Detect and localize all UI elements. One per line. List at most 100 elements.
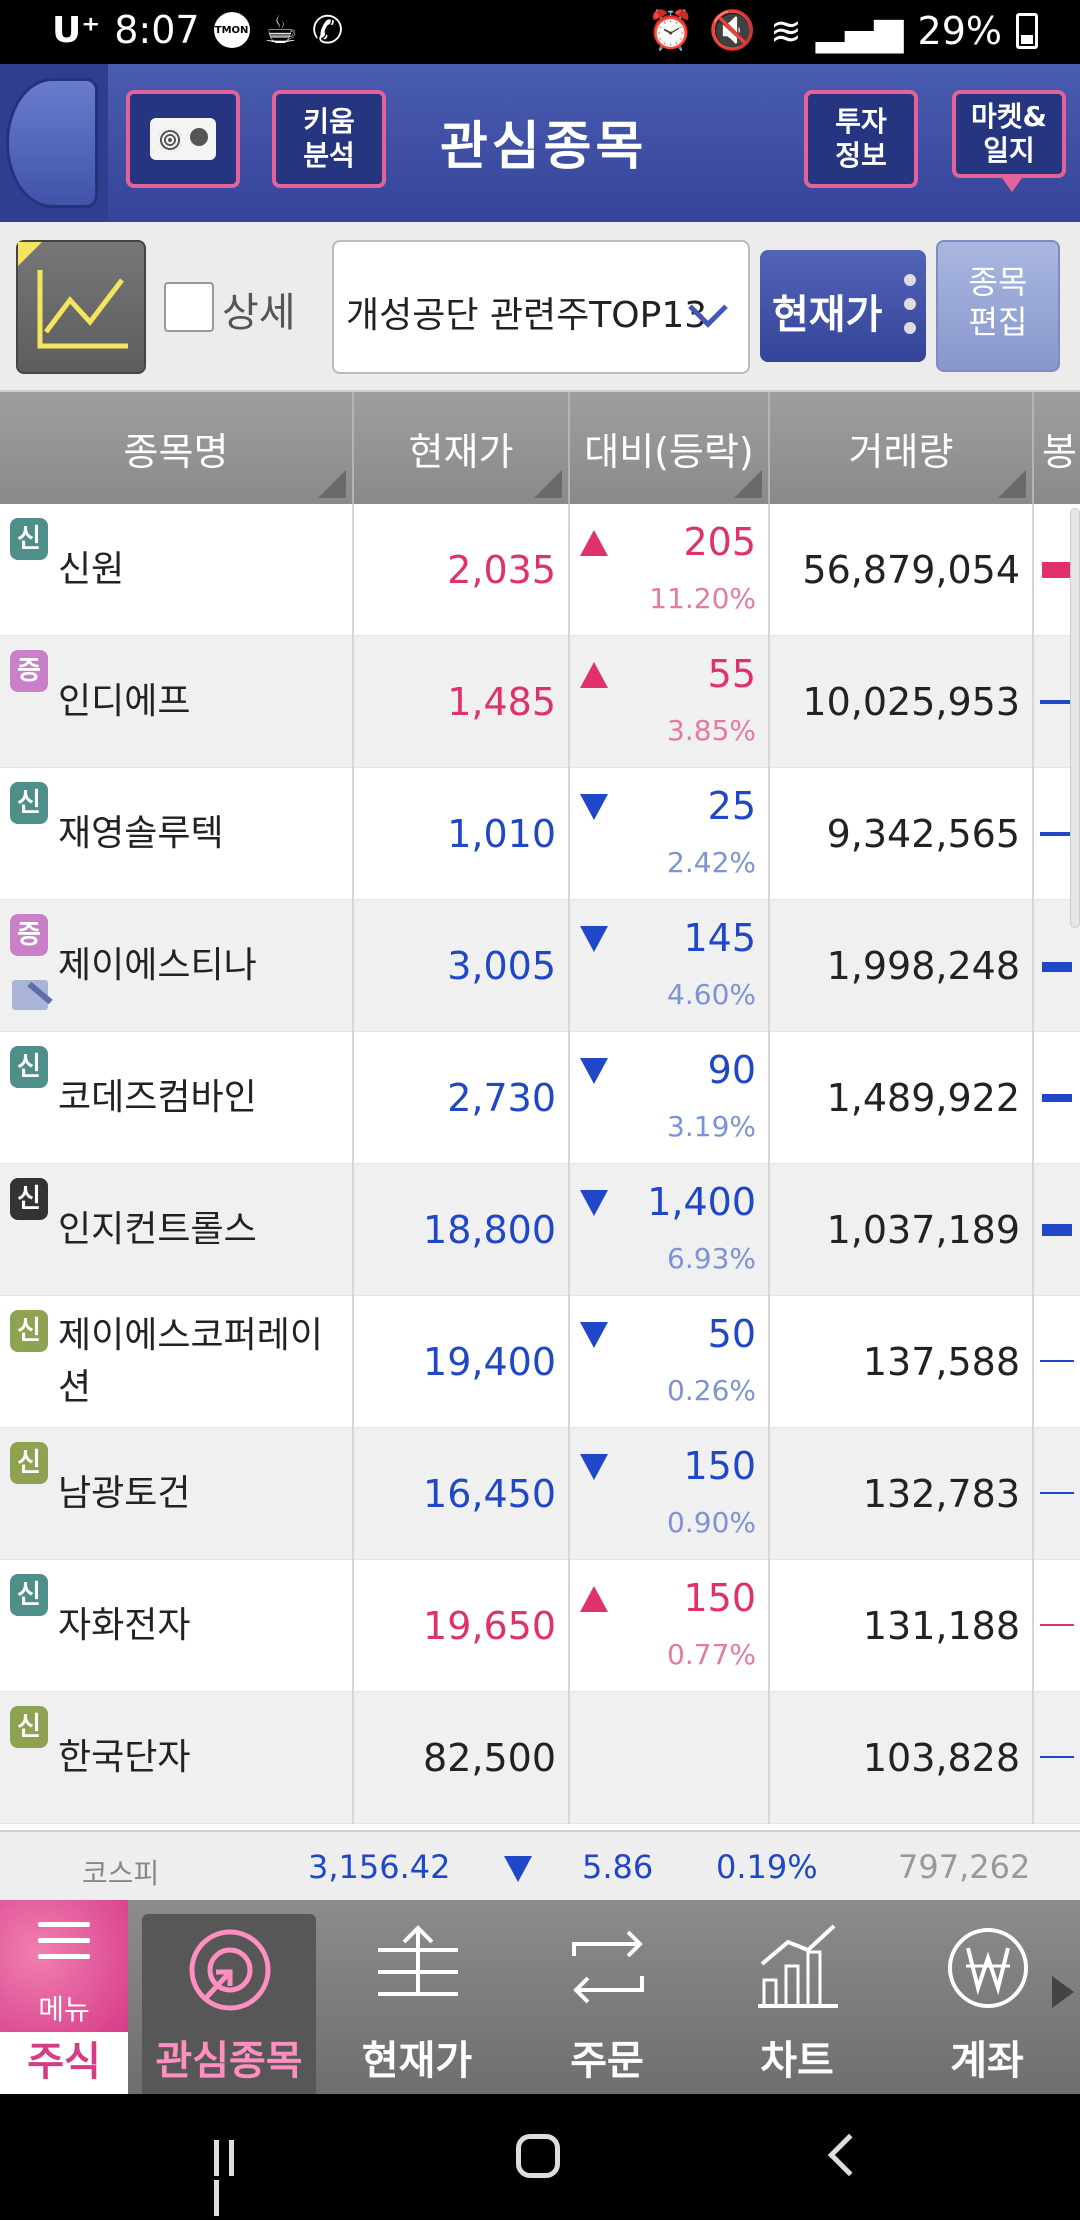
edit-stocks-button[interactable]: 종목 편집 <box>936 240 1060 372</box>
down-arrow-icon <box>504 1856 532 1882</box>
more-vert-icon <box>904 274 916 346</box>
current-price-button[interactable]: 현재가 <box>760 250 926 362</box>
stock-name: 인지컨트롤스 <box>58 1209 257 1250</box>
up-arrow-icon <box>580 530 608 556</box>
candle-icon <box>1042 1094 1072 1102</box>
change-percent: 3.19% <box>667 1110 756 1143</box>
radio-icon <box>150 118 216 160</box>
price-list-icon <box>378 1925 458 1996</box>
hamburger-icon <box>38 1922 90 1970</box>
price-change: 90 <box>707 1048 756 1092</box>
sort-icon <box>534 470 562 498</box>
candle-icon <box>1040 1492 1074 1494</box>
status-bar: U⁺ 8:07 TMON ☕ ✆ ⏰ 🔇 ≋ ▂▄▆ 29% <box>0 0 1080 64</box>
stock-price: 2,035 <box>447 548 556 592</box>
menu-button[interactable]: 메뉴 <box>0 1900 128 2032</box>
trade-volume: 56,879,054 <box>802 548 1020 592</box>
down-arrow-icon <box>580 1190 608 1216</box>
chevron-right-icon[interactable] <box>1052 1976 1074 2008</box>
candle-icon <box>1040 832 1074 836</box>
column-header-price[interactable]: 현재가 <box>354 392 570 504</box>
column-header-name[interactable]: 종목명 <box>0 392 354 504</box>
line-chart-icon <box>37 270 128 349</box>
sort-icon <box>998 470 1026 498</box>
credit-badge: 증 <box>10 914 48 956</box>
watchlist-target-icon <box>189 1929 271 2011</box>
tmon-icon: TMON <box>213 12 250 48</box>
list-scrollbar[interactable] <box>1070 508 1080 928</box>
candle-icon <box>1040 1756 1074 1758</box>
price-change: 50 <box>707 1312 756 1356</box>
column-header-candle[interactable]: 봉 <box>1034 392 1080 504</box>
notification-icon: ✆ <box>311 8 344 52</box>
price-change: 145 <box>683 916 756 960</box>
stock-price: 82,500 <box>423 1736 556 1780</box>
table-row[interactable]: 신 자화전자 19,650 150 0.77% 131,188 <box>0 1560 1080 1692</box>
back-tab-button[interactable] <box>0 64 108 222</box>
stock-price: 1,010 <box>447 812 556 856</box>
nav-order-label: 주문 <box>570 2038 644 2084</box>
trade-volume: 103,828 <box>862 1736 1020 1780</box>
investment-info-button[interactable]: 투자 정보 <box>804 90 918 188</box>
nav-watchlist[interactable]: 관심종목 <box>142 1914 316 2094</box>
nav-order[interactable]: 주문 <box>520 1914 694 2094</box>
stock-price: 19,650 <box>423 1604 556 1648</box>
stock-category-tab[interactable]: 주식 <box>0 2032 128 2094</box>
table-row[interactable]: 신 코데즈컴바인 2,730 90 3.19% 1,489,922 <box>0 1032 1080 1164</box>
chart-toggle-button[interactable] <box>16 240 146 374</box>
market-journal-button[interactable]: 마켓& 일지 <box>952 90 1066 192</box>
stock-price: 1,485 <box>447 680 556 724</box>
column-header-change[interactable]: 대비(등락) <box>570 392 770 504</box>
nav-account[interactable]: 계좌 <box>900 1914 1074 2094</box>
stock-name: 제이에스티나 <box>58 945 257 986</box>
change-percent: 4.60% <box>667 978 756 1011</box>
index-value: 3,156.42 <box>308 1848 451 1886</box>
sort-icon <box>734 470 762 498</box>
recent-apps-icon[interactable] <box>214 2140 254 2216</box>
column-header-candle-label: 봉 <box>1042 429 1077 474</box>
signal-icon: ▂▄▆ <box>815 8 904 53</box>
radio-button[interactable] <box>126 90 240 188</box>
trade-volume: 137,588 <box>862 1340 1020 1384</box>
price-change: 150 <box>683 1444 756 1488</box>
trade-volume: 10,025,953 <box>802 680 1020 724</box>
menu-label: 메뉴 <box>38 1993 90 2026</box>
watchlist-group-select[interactable]: 개성공단 관련주TOP13 <box>332 240 750 374</box>
trade-volume: 9,342,565 <box>826 812 1020 856</box>
stock-name: 남광토건 <box>58 1473 191 1514</box>
change-percent: 0.90% <box>667 1506 756 1539</box>
alarm-icon: ⏰ <box>647 8 695 52</box>
detail-checkbox[interactable] <box>164 282 214 332</box>
table-row[interactable]: 증 인디에프 1,485 55 3.85% 10,025,953 <box>0 636 1080 768</box>
table-row[interactable]: 신 재영솔루텍 1,010 25 2.42% 9,342,565 <box>0 768 1080 900</box>
change-percent: 0.26% <box>667 1374 756 1407</box>
table-row[interactable]: 신 남광토건 16,450 150 0.90% 132,783 <box>0 1428 1080 1560</box>
investment-info-label: 투자 정보 <box>835 105 887 172</box>
price-change: 55 <box>707 652 756 696</box>
table-row[interactable]: 신 한국단자 82,500 103,828 <box>0 1692 1080 1824</box>
table-row[interactable]: 신 인지컨트롤스 18,800 1,400 6.93% 1,037,189 <box>0 1164 1080 1296</box>
candle-icon <box>1042 562 1072 578</box>
column-header-volume[interactable]: 거래량 <box>770 392 1034 504</box>
index-ticker[interactable]: 코스피 3,156.42 5.86 0.19% 797,262 <box>0 1830 1080 1900</box>
home-icon[interactable] <box>516 2134 560 2178</box>
nav-current-price[interactable]: 현재가 <box>330 1914 504 2094</box>
back-icon[interactable] <box>827 2133 871 2177</box>
stock-name: 제이에스코퍼레이션 <box>58 1315 323 1408</box>
nav-chart[interactable]: 차트 <box>710 1914 884 2094</box>
stock-name: 신원 <box>58 549 125 590</box>
kiwoom-analysis-button[interactable]: 키움 분석 <box>272 90 386 188</box>
column-header-volume-label: 거래량 <box>848 429 954 474</box>
stock-price: 18,800 <box>423 1208 556 1252</box>
column-header-change-label: 대비(등락) <box>584 429 754 474</box>
index-volume: 797,262 <box>898 1848 1031 1886</box>
table-row[interactable]: 증 제이에스티나 3,005 145 4.60% 1,998,248 <box>0 900 1080 1032</box>
trade-volume: 1,489,922 <box>826 1076 1020 1120</box>
price-change: 25 <box>707 784 756 828</box>
column-header-name-label: 종목명 <box>123 429 229 474</box>
nav-watchlist-label: 관심종목 <box>155 2038 303 2084</box>
price-change: 205 <box>683 520 756 564</box>
table-row[interactable]: 신 제이에스코퍼레이션 19,400 50 0.26% 137,588 <box>0 1296 1080 1428</box>
price-change: 1,400 <box>647 1180 756 1224</box>
table-row[interactable]: 신 신원 2,035 205 11.20% 56,879,054 <box>0 504 1080 636</box>
